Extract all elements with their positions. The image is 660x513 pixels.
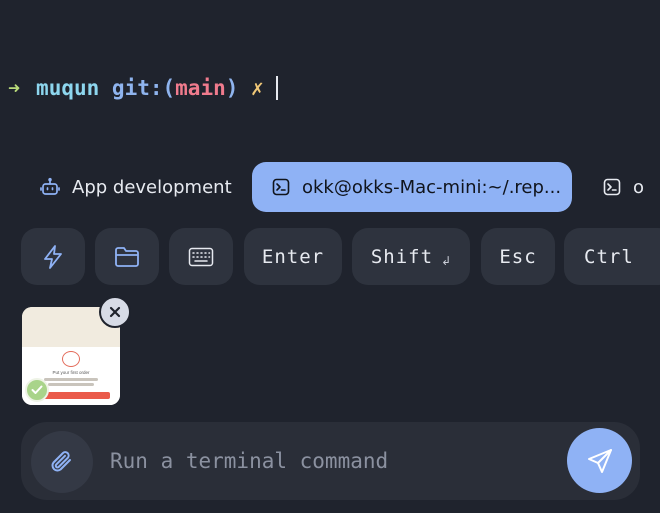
prompt-dirty-mark: ✗ [251, 76, 264, 100]
remove-attachment-button[interactable] [99, 296, 131, 328]
thumbnail-text-line [48, 383, 94, 386]
command-input[interactable] [110, 443, 550, 479]
ctrl-key[interactable]: Ctrl [564, 228, 660, 285]
tab-label: okk@okks-Mac-mini:~/.rep... [302, 176, 562, 198]
keyboard-icon [188, 247, 214, 267]
thumbnail-title: Put your first order [52, 370, 90, 375]
prompt-git-label: git: [111, 76, 163, 100]
terminal-prompt: ➜ muqun git: ( main ) ✗ [8, 72, 278, 104]
close-icon [109, 306, 121, 318]
send-icon [586, 447, 614, 475]
key-label: Shift [370, 245, 434, 268]
paperclip-icon [49, 448, 75, 476]
key-label: Ctrl [584, 245, 634, 268]
terminal-cursor [275, 76, 278, 100]
lightning-icon [41, 244, 65, 270]
send-button[interactable] [567, 428, 632, 493]
lightning-button[interactable] [21, 228, 85, 285]
thumbnail-logo-icon [62, 351, 80, 367]
robot-icon [40, 177, 60, 197]
terminal-icon [603, 178, 621, 196]
esc-key[interactable]: Esc [481, 228, 555, 285]
session-tabs: App development okk@okks-Mac-mini:~/.rep… [0, 162, 660, 214]
terminal-icon [272, 178, 290, 196]
folder-icon [114, 246, 140, 268]
check-icon [25, 378, 49, 402]
tab-terminal-session[interactable]: okk@okks-Mac-mini:~/.rep... [252, 162, 572, 212]
keyboard-button[interactable] [169, 228, 233, 285]
attach-button[interactable] [31, 431, 93, 493]
tab-app-development[interactable]: App development [40, 162, 232, 212]
return-arrow-icon: ↲ [441, 253, 452, 268]
prompt-user: muqun [36, 76, 100, 100]
enter-key[interactable]: Enter [244, 228, 342, 285]
thumbnail-text-line [44, 378, 98, 381]
prompt-paren-open: ( [162, 76, 176, 100]
prompt-paren-close: ) [225, 76, 239, 100]
tab-terminal-other[interactable]: o [603, 162, 644, 212]
key-label: Esc [499, 245, 537, 268]
prompt-arrow-icon: ➜ [8, 76, 21, 100]
key-label: Enter [261, 245, 325, 268]
quick-keys-bar: Enter Shift ↲ Esc Ctrl [0, 228, 660, 286]
prompt-branch: main [175, 76, 226, 100]
tab-label: o [633, 176, 645, 198]
shift-key[interactable]: Shift ↲ [352, 228, 470, 285]
tab-label: App development [72, 176, 232, 198]
folder-button[interactable] [95, 228, 159, 285]
